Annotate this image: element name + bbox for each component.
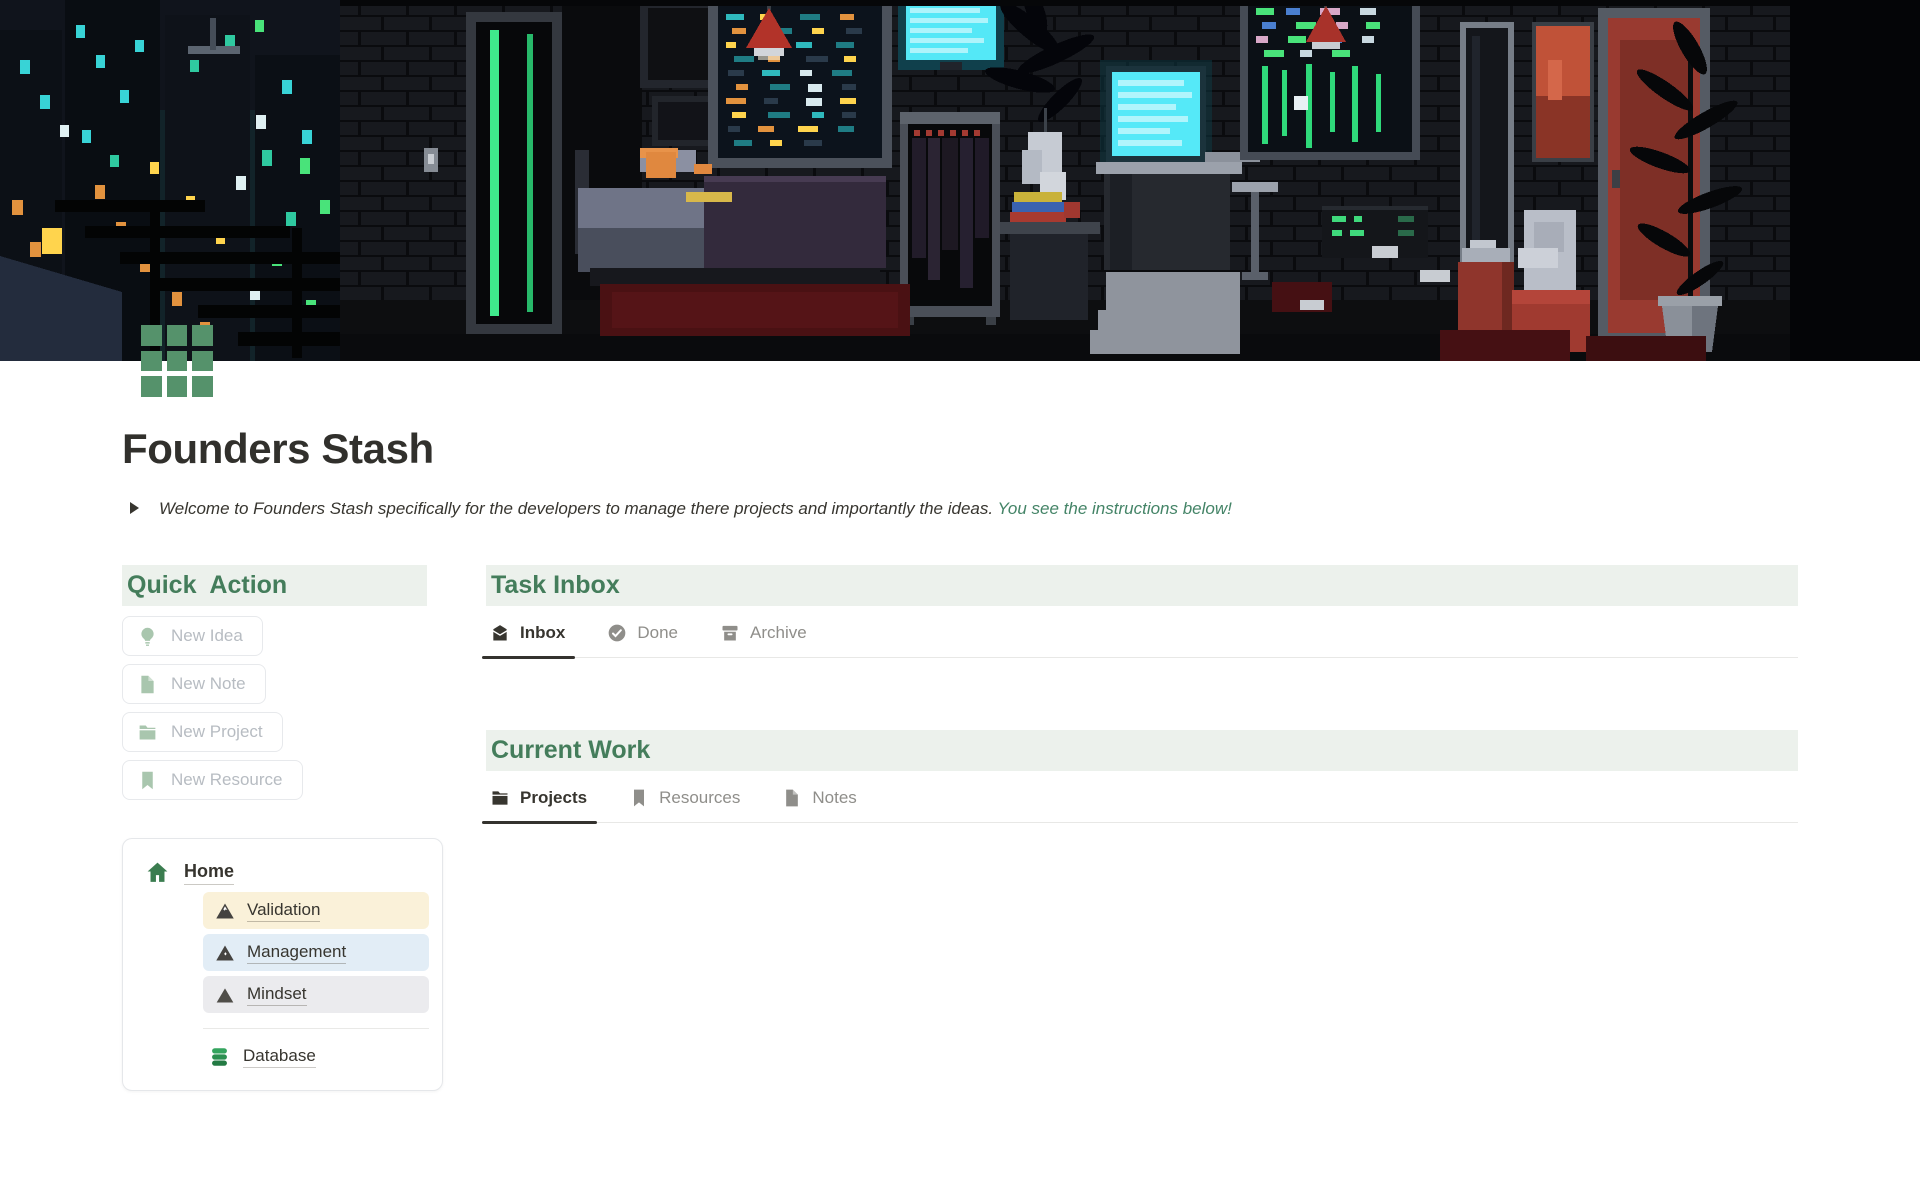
nav-item-validation[interactable]: Validation: [203, 892, 429, 929]
left-column: Quick Action New Idea New Note New Proje…: [122, 565, 443, 1091]
bookmark-icon: [629, 788, 649, 808]
note-icon: [137, 674, 158, 695]
navigation-card: Home Validation Management: [122, 838, 443, 1091]
current-work-heading: Current Work: [486, 730, 1798, 771]
tab-inbox[interactable]: Inbox: [488, 617, 567, 657]
home-link[interactable]: Home: [145, 860, 234, 885]
tab-archive[interactable]: Archive: [718, 617, 809, 657]
page-content: Founders Stash Welcome to Founders Stash…: [0, 361, 1920, 1171]
task-inbox-heading: Task Inbox: [486, 565, 1798, 606]
new-project-button[interactable]: New Project: [122, 712, 283, 752]
welcome-toggle-block: Welcome to Founders Stash specifically f…: [122, 497, 1798, 521]
nav-item-mindset[interactable]: Mindset: [203, 976, 429, 1013]
bookmark-icon: [137, 770, 158, 791]
database-icon: [209, 1046, 230, 1068]
cover-art-svg: [0, 0, 1920, 361]
navigation-items: Validation Management Mindset: [203, 892, 428, 1013]
home-icon: [145, 860, 170, 885]
current-work-tabs: Projects Resources Notes: [486, 782, 1798, 823]
tab-notes[interactable]: Notes: [780, 782, 858, 822]
page-title: Founders Stash: [122, 425, 1798, 473]
right-column: Task Inbox Inbox Done Archive: [486, 565, 1798, 823]
mountain-icon: [215, 943, 235, 963]
task-inbox-tabs: Inbox Done Archive: [486, 617, 1798, 658]
tab-projects[interactable]: Projects: [488, 782, 589, 822]
lightbulb-icon: [137, 626, 158, 647]
note-icon: [782, 788, 802, 808]
database-label: Database: [243, 1046, 316, 1068]
toggle-arrow-icon[interactable]: [130, 502, 139, 514]
cover-image: [0, 0, 1920, 361]
nav-item-management[interactable]: Management: [203, 934, 429, 971]
database-link[interactable]: Database: [209, 1046, 316, 1068]
folder-icon: [490, 788, 510, 808]
welcome-text: Welcome to Founders Stash specifically f…: [159, 497, 1232, 521]
new-resource-button[interactable]: New Resource: [122, 760, 303, 800]
instructions-link[interactable]: You see the instructions below!: [998, 499, 1232, 518]
new-note-button[interactable]: New Note: [122, 664, 266, 704]
quick-action-buttons: New Idea New Note New Project New Resour…: [122, 616, 443, 800]
card-divider: [203, 1028, 429, 1029]
page-icon-grid[interactable]: [141, 325, 213, 397]
inbox-icon: [490, 623, 510, 643]
home-label: Home: [184, 861, 234, 885]
triangle-icon: [215, 985, 235, 1005]
check-circle-icon: [607, 623, 627, 643]
mountain-icon: [215, 901, 235, 921]
quick-action-heading: Quick Action: [122, 565, 427, 606]
archive-icon: [720, 623, 740, 643]
new-idea-button[interactable]: New Idea: [122, 616, 263, 656]
folder-icon: [137, 722, 158, 743]
notion-page: Founders Stash Welcome to Founders Stash…: [0, 0, 1920, 1199]
tab-resources[interactable]: Resources: [627, 782, 742, 822]
tab-done[interactable]: Done: [605, 617, 680, 657]
two-column-layout: Quick Action New Idea New Note New Proje…: [122, 565, 1798, 1091]
